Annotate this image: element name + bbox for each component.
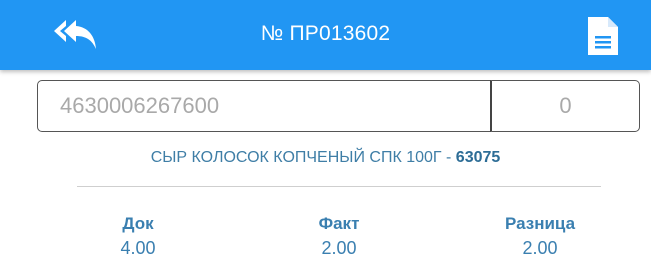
document-button[interactable] <box>582 14 622 58</box>
stat-doc-value: 4.00 <box>120 238 156 258</box>
divider <box>77 186 601 187</box>
stat-doc-label: Док <box>122 214 154 233</box>
stat-fact-value: 2.00 <box>321 238 357 258</box>
stat-fact: Факт 2.00 <box>269 214 409 259</box>
stat-fact-label: Факт <box>318 214 360 233</box>
page-title: № ПР013602 <box>260 22 391 45</box>
stat-diff: Разница 2.00 <box>470 214 610 259</box>
product-name: СЫР КОЛОСОК КОПЧЕНЫЙ СПК 100Г - <box>150 149 456 166</box>
stat-diff-value: 2.00 <box>522 238 558 258</box>
document-icon <box>588 17 618 55</box>
product-line: СЫР КОЛОСОК КОПЧЕНЫЙ СПК 100Г - 63075 <box>0 149 651 167</box>
stat-doc: Док 4.00 <box>68 214 208 259</box>
stat-diff-label: Разница <box>504 214 576 233</box>
product-code: 63075 <box>455 149 501 166</box>
quantity-input[interactable] <box>490 80 640 132</box>
barcode-input[interactable] <box>37 80 514 132</box>
app-header: № ПР013602 <box>0 0 651 70</box>
scan-input-row <box>37 80 640 132</box>
